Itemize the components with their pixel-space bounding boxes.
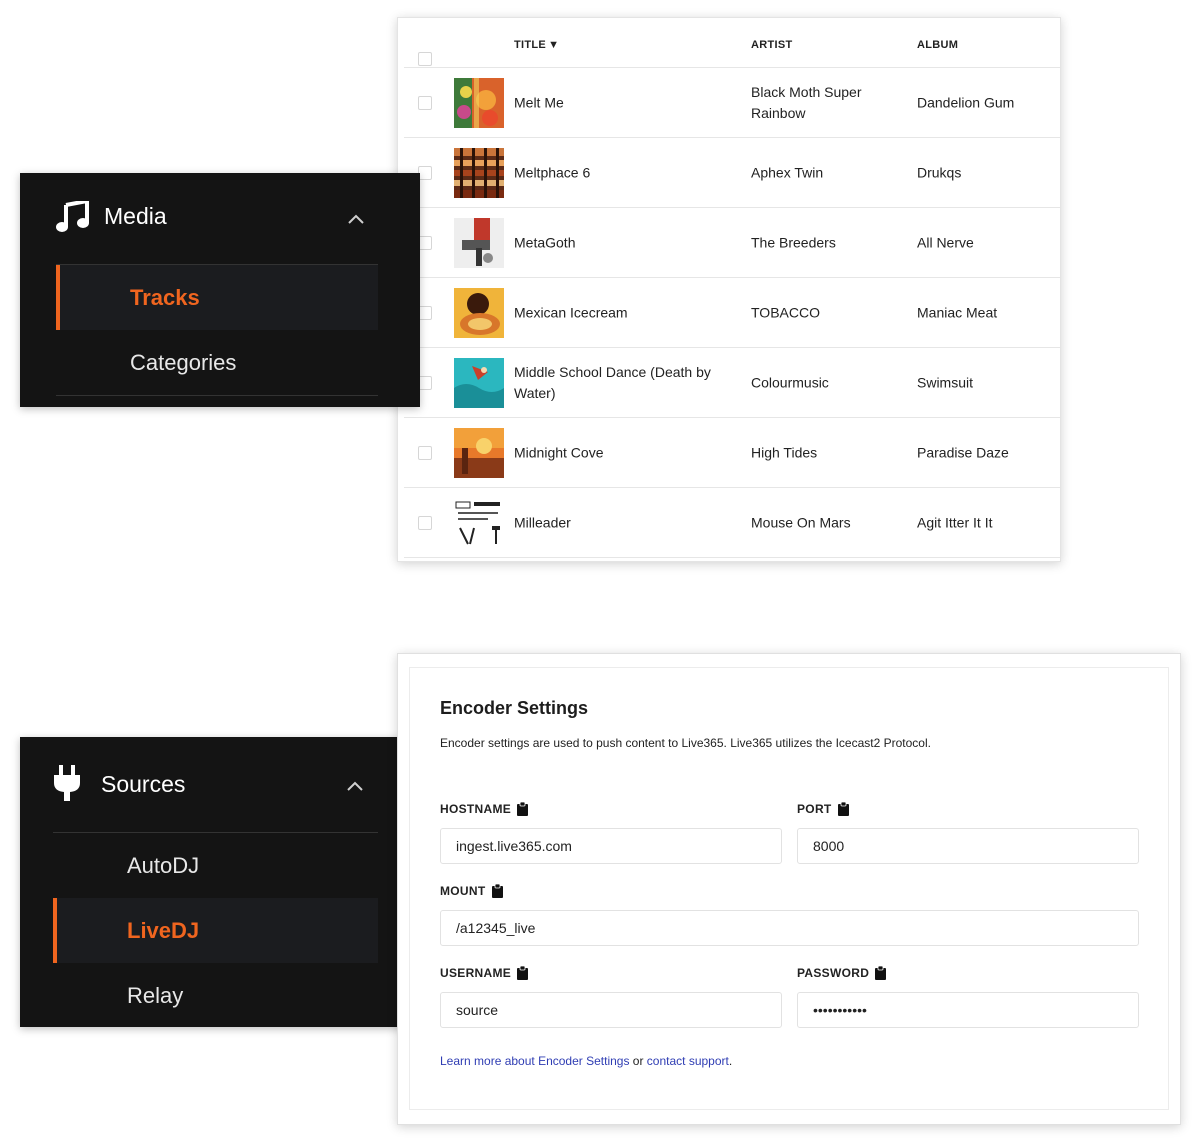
track-artist: Aphex Twin [751,164,824,180]
album-art-image [454,78,504,128]
media-nav-title[interactable]: Media [104,203,167,230]
track-title: Meltphace 6 [514,164,591,180]
section-divider [56,395,378,396]
track-title: Mexican Icecream [514,304,628,320]
row-checkbox[interactable] [418,516,432,530]
album-art-image [454,148,504,198]
help-text-or: or [629,1054,647,1068]
encoder-settings-description: Encoder settings are used to push conten… [440,736,931,750]
contact-support-link[interactable]: contact support [647,1054,729,1068]
track-album: Agit Itter It It [917,514,993,530]
sources-nav-title[interactable]: Sources [101,771,185,798]
encoder-settings-title: Encoder Settings [440,698,589,718]
album-art-image [454,428,504,478]
help-text-period: . [728,1054,733,1068]
table-row[interactable]: Mexican Icecream TOBACCO Maniac Meat [404,278,1060,348]
track-title: Milleader [514,514,571,530]
table-row[interactable]: Melt Me Black Moth Super Rainbow Dandeli… [404,68,1060,138]
row-checkbox[interactable] [418,96,432,110]
album-art-image [454,498,504,548]
row-checkbox[interactable] [418,166,432,180]
hostname-label: HOSTNAME [440,801,529,819]
clipboard-icon[interactable] [837,801,849,819]
select-all-checkbox[interactable] [418,52,432,66]
track-album: Swimsuit [917,374,974,390]
album-art-image [454,218,504,268]
password-label: PASSWORD [797,965,887,983]
clipboard-icon[interactable] [491,883,503,901]
row-checkbox[interactable] [418,306,432,320]
media-nav-panel: Media Tracks Categories [20,173,420,407]
tracks-table: TITLE ▼ ARTIST ALBUM Melt Me Black Moth S… [404,24,1060,561]
track-artist: Black Moth Super Rainbow [751,83,862,121]
hostname-field[interactable]: ingest.live365.com [440,828,782,864]
table-header-row: TITLE ▼ ARTIST ALBUM [404,24,1060,68]
track-title: MetaGoth [514,234,576,250]
table-row[interactable]: Milleader Mouse On Mars Agit Itter It It [404,488,1060,558]
track-album: Drukqs [917,164,962,180]
port-label: PORT [797,801,849,819]
track-album: Paradise Daze [917,444,1009,460]
track-title: Middle School Dance (Death by Water) [514,363,711,401]
track-album: Maniac Meat [917,304,998,320]
row-checkbox[interactable] [418,236,432,250]
sidebar-item-autodj[interactable]: AutoDJ [53,833,378,898]
track-album: Dandelion Gum [917,94,1015,110]
sources-nav-panel: Sources AutoDJ LiveDJ Relay [20,737,420,1027]
track-artist: TOBACCO [751,304,820,320]
tracks-table-card: TITLE ▼ ARTIST ALBUM Melt Me Black Moth S… [397,17,1061,562]
chevron-up-icon[interactable] [347,778,363,796]
sort-descending-icon: ▼ [548,39,560,51]
track-artist: Colourmusic [751,374,829,390]
row-checkbox[interactable] [418,446,432,460]
track-title: Melt Me [514,94,564,110]
chevron-up-icon[interactable] [348,211,364,229]
track-artist: The Breeders [751,234,836,250]
album-art-image [454,358,504,408]
column-header-album[interactable]: ALBUM [917,39,958,51]
track-album: All Nerve [917,234,974,250]
sidebar-item-relay[interactable]: Relay [53,963,378,1028]
mount-label: MOUNT [440,883,503,901]
learn-more-link[interactable]: Learn more about Encoder Settings [440,1054,629,1068]
port-field[interactable]: 8000 [797,828,1139,864]
encoder-help-text: Learn more about Encoder Settings or con… [440,1054,732,1068]
track-artist: Mouse On Mars [751,514,851,530]
username-label: USERNAME [440,965,529,983]
track-artist: High Tides [751,444,818,460]
sidebar-item-livedj[interactable]: LiveDJ [53,898,378,963]
sidebar-item-categories[interactable]: Categories [56,330,378,395]
column-header-artist[interactable]: ARTIST [751,39,793,51]
clipboard-icon[interactable] [875,965,887,983]
plug-icon [54,765,80,806]
encoder-settings-card: Encoder Settings Encoder settings are us… [397,653,1181,1125]
row-checkbox[interactable] [418,376,432,390]
table-row[interactable]: Middle School Dance (Death by Water) Col… [404,348,1060,418]
sidebar-item-tracks[interactable]: Tracks [56,265,378,330]
table-row[interactable]: MetaGoth The Breeders All Nerve [404,208,1060,278]
track-title: Midnight Cove [514,444,604,460]
album-art-image [454,288,504,338]
column-header-title[interactable]: TITLE ▼ [514,39,559,51]
password-field[interactable]: ••••••••••• [797,992,1139,1028]
clipboard-icon[interactable] [517,965,529,983]
table-row[interactable]: Meltphace 6 Aphex Twin Drukqs [404,138,1060,208]
mount-field[interactable]: /a12345_live [440,910,1139,946]
music-note-icon [55,199,89,238]
table-row[interactable]: Midnight Cove High Tides Paradise Daze [404,418,1060,488]
username-field[interactable]: source [440,992,782,1028]
clipboard-icon[interactable] [517,801,529,819]
encoder-settings-panel: Encoder Settings Encoder settings are us… [409,667,1169,1110]
